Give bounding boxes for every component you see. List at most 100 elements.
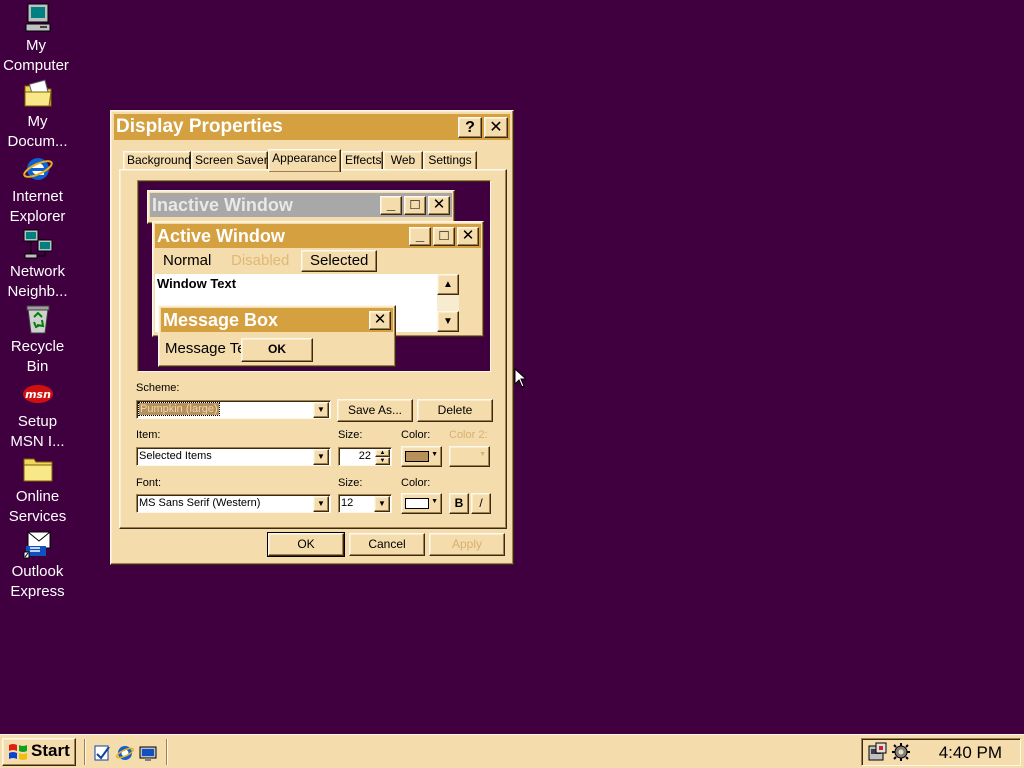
desktop-icon-msn[interactable]: msn Setup MSN I... xyxy=(0,378,75,454)
preview-minimize-icon: _ xyxy=(380,196,402,215)
save-as-button[interactable]: Save As... xyxy=(337,399,413,422)
tab-web[interactable]: Web xyxy=(383,151,423,171)
stepper-up-icon[interactable]: ▲ xyxy=(375,449,390,457)
item-size-label: Size: xyxy=(338,429,363,441)
desktop-icon-recycle-bin[interactable]: Recycle Bin xyxy=(0,303,75,379)
display-properties-dialog: Display Properties ? ✕ Background Screen… xyxy=(110,110,514,565)
preview-inactive-titlebar[interactable]: Inactive Window _ □ ✕ xyxy=(150,193,452,217)
dialog-titlebar[interactable]: Display Properties ? ✕ xyxy=(114,114,510,140)
chevron-down-icon[interactable]: ▼ xyxy=(313,402,329,418)
preview-active-close-icon: ✕ xyxy=(457,227,479,246)
desktop-icon-internet-explorer[interactable]: Internet Explorer xyxy=(0,153,75,229)
desktop-icon-online-services[interactable]: Online Services xyxy=(0,453,75,529)
chevron-down-icon: ▼ xyxy=(479,451,486,458)
quicklaunch-show-desktop-icon[interactable] xyxy=(139,744,157,762)
scheme-preview[interactable]: Inactive Window _ □ ✕ Active Window _ □ … xyxy=(137,180,491,372)
tab-screen-saver[interactable]: Screen Saver xyxy=(191,151,268,171)
desktop-icon-my-computer[interactable]: My Computer xyxy=(0,2,75,78)
tab-settings[interactable]: Settings xyxy=(423,151,477,171)
item-color-label: Color: xyxy=(401,429,431,441)
preview-inactive-window[interactable]: Inactive Window _ □ ✕ xyxy=(147,190,455,224)
start-button[interactable]: Start xyxy=(2,738,76,766)
chevron-down-icon[interactable]: ▼ xyxy=(313,496,329,512)
display-settings-tray-icon[interactable] xyxy=(890,742,912,762)
ok-button[interactable]: OK xyxy=(267,532,345,557)
preview-active-titlebar[interactable]: Active Window _ □ ✕ xyxy=(155,224,481,248)
chevron-down-icon[interactable]: ▼ xyxy=(374,496,390,512)
scheme-label: Scheme: xyxy=(136,382,180,394)
preview-window-text: Window Text xyxy=(157,276,237,291)
desktop-icon-my-documents[interactable]: My Docum... xyxy=(0,78,75,154)
taskbar-separator xyxy=(84,739,86,765)
scheduler-tray-icon[interactable] xyxy=(868,742,890,762)
preview-maximize-icon: □ xyxy=(404,196,426,215)
font-select[interactable]: MS Sans Serif (Western) ▼ xyxy=(136,494,331,513)
msn-icon: msn xyxy=(22,385,53,403)
font-color-label: Color: xyxy=(401,477,431,489)
preview-active-minimize-icon: _ xyxy=(409,227,431,246)
tab-appearance[interactable]: Appearance xyxy=(268,149,341,172)
preview-msgbox-ok[interactable]: OK xyxy=(241,338,313,362)
color2-button[interactable]: ▼ xyxy=(449,446,490,467)
item-size-stepper[interactable]: 22 ▲ ▼ xyxy=(338,447,392,466)
quicklaunch-internet-explorer-icon[interactable] xyxy=(116,744,134,762)
chevron-down-icon: ▼ xyxy=(431,451,438,458)
preview-active-maximize-icon: □ xyxy=(433,227,455,246)
item-color-button[interactable]: ▼ xyxy=(401,446,442,467)
preview-menu-selected[interactable]: Selected xyxy=(301,250,378,272)
scheme-select[interactable]: Pumpkin (large) ▼ xyxy=(136,400,331,419)
svg-text:msn: msn xyxy=(25,388,51,401)
appearance-panel: Inactive Window _ □ ✕ Active Window _ □ … xyxy=(119,169,507,529)
desktop-icon-network-neighborhood[interactable]: Network Neighb... xyxy=(0,228,75,304)
outlook-express-icon xyxy=(23,531,50,559)
start-label: Start xyxy=(31,741,70,760)
preview-menu-bar: Normal Disabled Selected xyxy=(155,250,481,272)
apply-button[interactable]: Apply xyxy=(429,533,505,556)
preview-message-box[interactable]: Message Box ✕ Message Text OK xyxy=(158,305,396,367)
quicklaunch-outlook-icon[interactable] xyxy=(93,744,111,762)
item-label: Item: xyxy=(136,429,161,441)
system-tray: 4:40 PM xyxy=(861,738,1021,766)
bold-button[interactable]: B xyxy=(449,493,469,514)
preview-menu-normal[interactable]: Normal xyxy=(163,252,211,269)
my-documents-icon xyxy=(24,79,52,107)
font-color-button[interactable]: ▼ xyxy=(401,493,442,514)
item-color-swatch xyxy=(405,451,429,462)
help-button[interactable]: ? xyxy=(458,117,482,138)
font-label: Font: xyxy=(136,477,162,489)
font-size-label: Size: xyxy=(338,477,363,489)
close-button[interactable]: ✕ xyxy=(484,117,508,138)
scroll-up-icon: ▲ xyxy=(437,274,459,295)
preview-scrollbar[interactable]: ▲ ▼ xyxy=(437,274,459,332)
chevron-down-icon[interactable]: ▼ xyxy=(313,449,329,465)
stepper-down-icon[interactable]: ▼ xyxy=(375,457,390,465)
windows-logo-icon xyxy=(9,744,27,760)
delete-button[interactable]: Delete xyxy=(417,399,493,422)
preview-menu-disabled[interactable]: Disabled xyxy=(231,252,289,269)
close-icon: ✕ xyxy=(489,119,503,136)
tab-background[interactable]: Background xyxy=(123,151,191,171)
preview-close-icon: ✕ xyxy=(428,196,450,215)
help-icon: ? xyxy=(465,119,475,136)
preview-msgbox-text: Message Text xyxy=(165,340,241,357)
item-select[interactable]: Selected Items ▼ xyxy=(136,447,331,466)
chevron-down-icon: ▼ xyxy=(431,498,438,505)
folder-icon xyxy=(23,458,52,482)
my-computer-icon xyxy=(25,3,50,32)
clock[interactable]: 4:40 PM xyxy=(939,743,1002,763)
italic-button[interactable]: / xyxy=(471,493,491,514)
taskbar-separator xyxy=(166,739,168,765)
cancel-button[interactable]: Cancel xyxy=(349,533,425,556)
tab-effects[interactable]: Effects xyxy=(341,151,383,171)
font-color-swatch xyxy=(405,498,429,509)
recycle-bin-icon xyxy=(26,305,49,334)
desktop-icon-outlook-express[interactable]: Outlook Express xyxy=(0,528,75,604)
font-size-select[interactable]: 12 ▼ xyxy=(338,494,392,513)
network-neighborhood-icon xyxy=(23,229,52,259)
internet-explorer-icon xyxy=(22,158,53,180)
preview-msgbox-titlebar[interactable]: Message Box ✕ xyxy=(161,308,393,332)
color2-label: Color 2: xyxy=(449,429,488,441)
taskbar: Start 4:40 PM xyxy=(0,734,1024,768)
dialog-title: Display Properties xyxy=(116,116,283,137)
mouse-cursor-icon xyxy=(514,368,526,388)
